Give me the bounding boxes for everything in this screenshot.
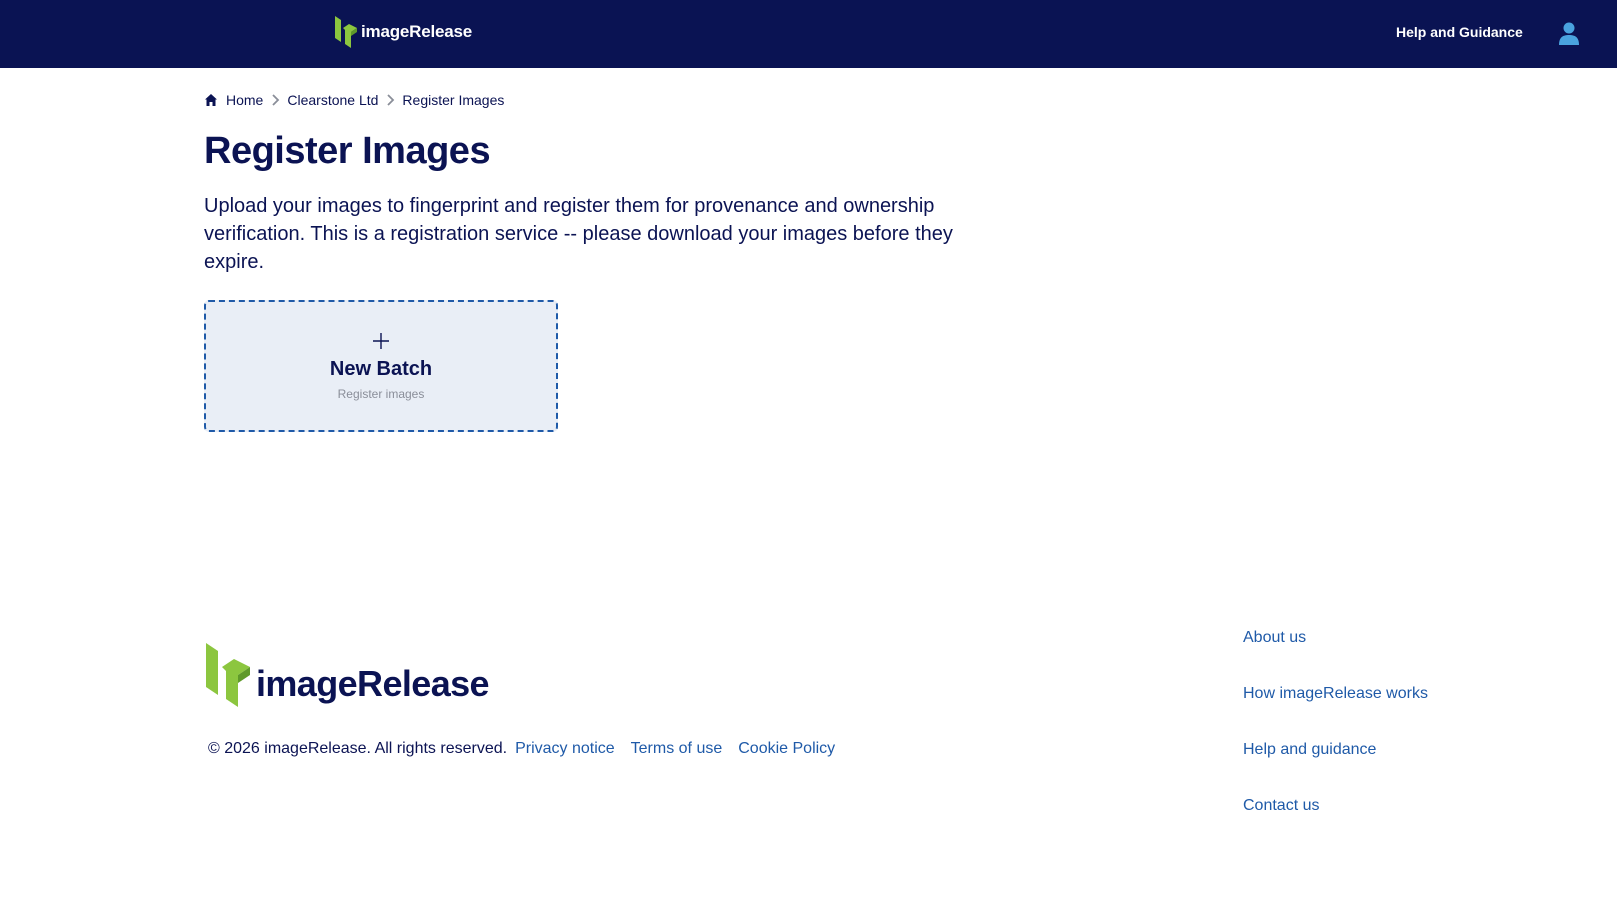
breadcrumb-current: Register Images [402,92,505,108]
help-and-guidance-footer-link[interactable]: Help and guidance [1243,740,1428,796]
footer-legal: © 2026 imageRelease. All rights reserved… [208,740,851,758]
intro-text: Upload your images to fingerprint and re… [204,195,953,273]
new-batch-button[interactable]: New Batch Register images [204,300,558,432]
top-navbar: imageRelease Help and Guidance [0,0,1617,68]
brand-logo-link[interactable]: imageRelease [335,15,472,49]
privacy-notice-link[interactable]: Privacy notice [515,740,615,758]
logo-mark-icon [335,16,357,48]
user-icon[interactable] [1558,22,1580,46]
terms-of-use-link[interactable]: Terms of use [631,740,723,758]
about-us-link[interactable]: About us [1243,628,1428,684]
logo-mark-icon [206,643,250,707]
chevron-right-icon [272,94,280,106]
copyright-text: © 2026 imageRelease. All rights reserved… [208,740,508,757]
footer-links: About us How imageRelease works Help and… [1243,628,1428,852]
footer-brand-name: imageRelease [256,663,490,704]
breadcrumb: Home Clearstone Ltd Register Images [204,92,504,108]
new-batch-title: New Batch [329,357,433,380]
plus-icon [373,332,389,349]
breadcrumb-organisation[interactable]: Clearstone Ltd [287,92,378,108]
new-batch-subtitle: Register images [337,386,425,401]
contact-us-link[interactable]: Contact us [1243,796,1428,852]
footer-logo: imageRelease [206,642,490,708]
brand-name: imageRelease [361,22,473,41]
help-and-guidance-link[interactable]: Help and Guidance [1396,24,1523,40]
home-icon [205,94,217,106]
chevron-right-icon [387,94,395,106]
breadcrumb-home[interactable]: Home [226,92,263,108]
cookie-policy-link[interactable]: Cookie Policy [738,740,835,758]
page-title: Register Images [204,130,491,172]
how-it-works-link[interactable]: How imageRelease works [1243,684,1428,740]
